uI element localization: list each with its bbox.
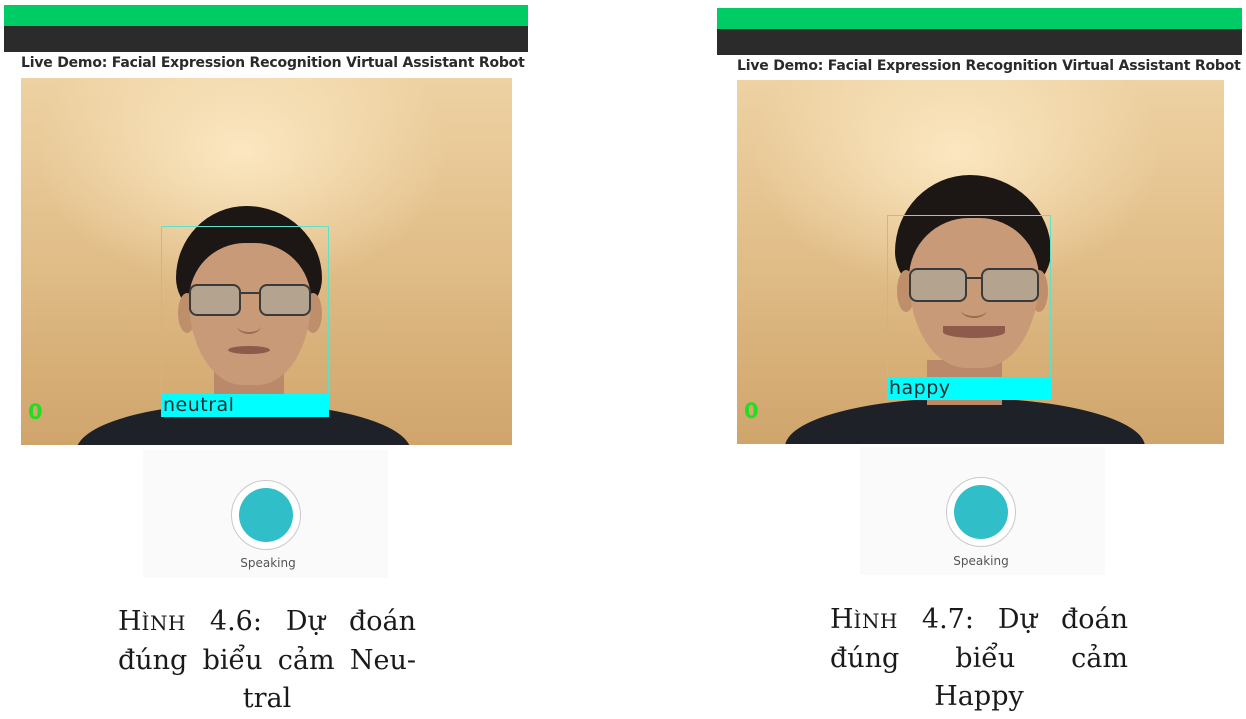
voice-status-card: Speaking xyxy=(143,450,388,578)
face-bounding-box xyxy=(887,215,1051,400)
caption-line-2: đúng biểu cảm Neu- xyxy=(118,645,416,676)
app-title: Live Demo: Facial Expression Recognition… xyxy=(737,58,1241,74)
figure-caption: HÌNH 4.7: Dự đoán đúng biểu cảm Happy xyxy=(830,601,1128,716)
face-counter: 0 xyxy=(744,399,759,423)
demo-panel-happy: Live Demo: Facial Expression Recognition… xyxy=(715,0,1246,719)
face-bounding-box xyxy=(161,226,329,416)
caption-line-2: đúng biểu cảm xyxy=(830,643,1128,674)
caption-line-1: HÌNH 4.7: Dự đoán xyxy=(830,604,1128,635)
voice-status-card: Speaking xyxy=(860,447,1105,575)
camera-feed: neutral 0 xyxy=(21,78,512,445)
window-top-bar xyxy=(717,8,1242,29)
face-counter: 0 xyxy=(28,400,43,424)
voice-status-text: Speaking xyxy=(953,554,1009,568)
window-top-bar xyxy=(4,5,528,26)
window-title-bar xyxy=(717,29,1242,55)
app-title: Live Demo: Facial Expression Recognition… xyxy=(21,55,525,71)
emotion-label: happy xyxy=(887,377,1051,400)
caption-line-3: tral xyxy=(242,683,292,714)
speaking-dot xyxy=(954,485,1008,539)
emotion-label: neutral xyxy=(161,394,329,417)
speaking-dot xyxy=(239,488,293,542)
voice-status-text: Speaking xyxy=(240,556,296,570)
caption-line-1: HÌNH 4.6: Dự đoán xyxy=(118,606,416,637)
figure-caption: HÌNH 4.6: Dự đoán đúng biểu cảm Neu- tra… xyxy=(118,603,416,718)
window-title-bar xyxy=(4,26,528,52)
camera-feed: happy 0 xyxy=(737,80,1224,444)
demo-panel-neutral: Live Demo: Facial Expression Recognition… xyxy=(0,0,540,719)
caption-line-3: Happy xyxy=(934,681,1024,712)
